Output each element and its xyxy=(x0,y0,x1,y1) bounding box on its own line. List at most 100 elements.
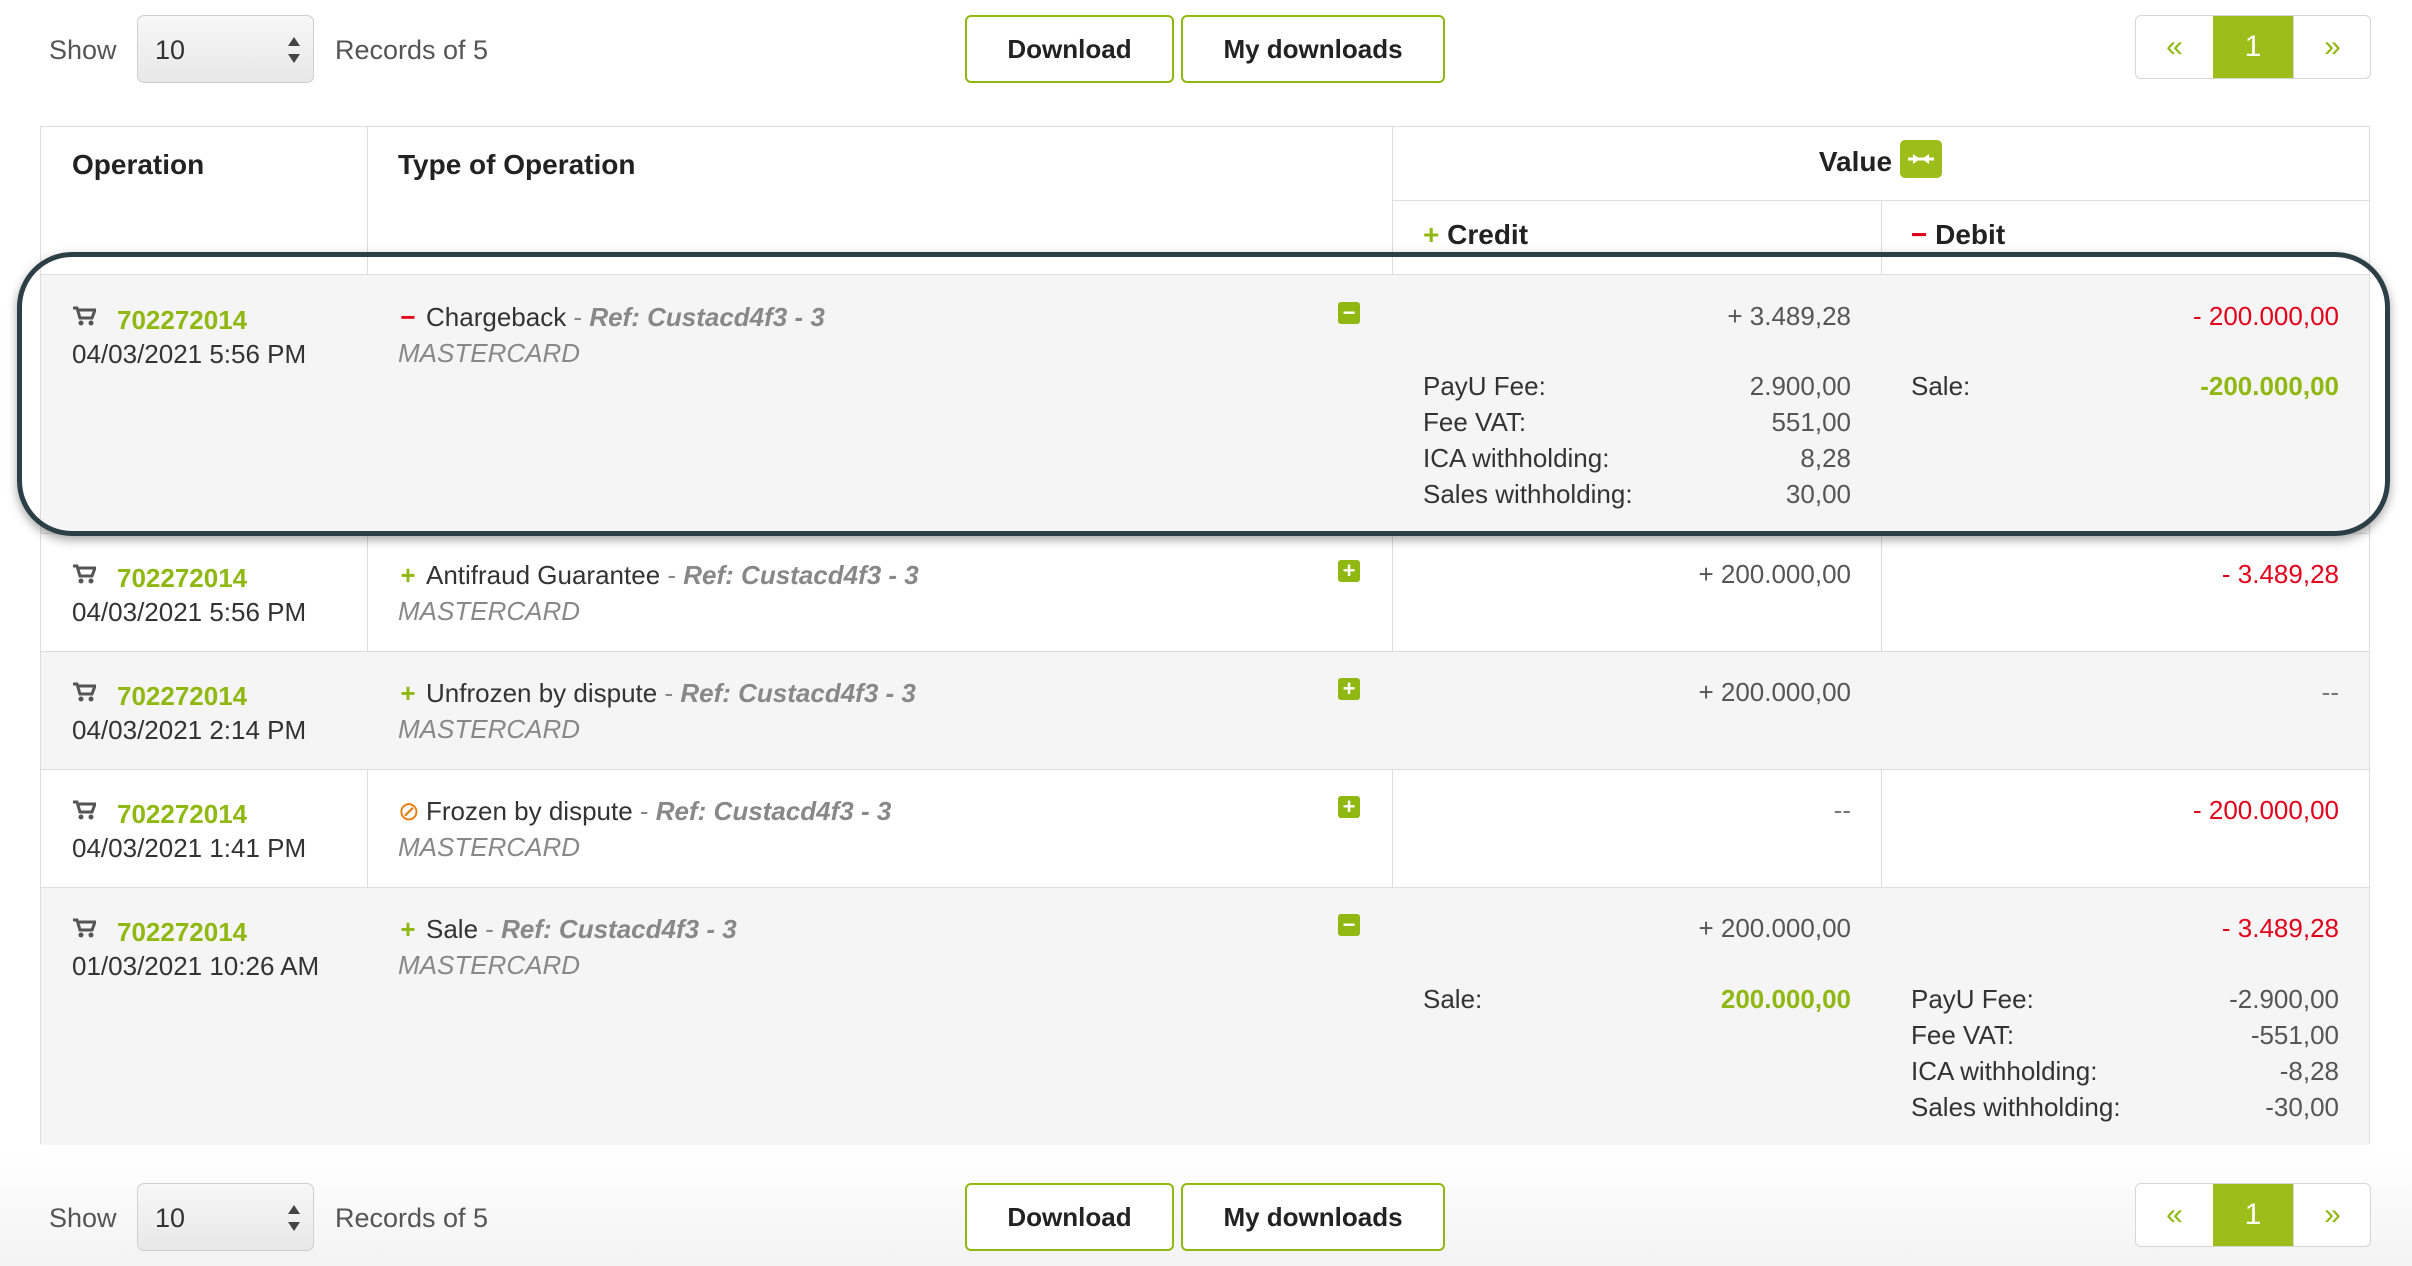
credit-amount: + 200.000,00 xyxy=(1698,559,1851,589)
header-type-of-operation: Type of Operation xyxy=(398,149,636,180)
show-label: Show xyxy=(49,1203,117,1233)
credit-amount: -- xyxy=(1833,795,1851,825)
download-button[interactable]: Download xyxy=(965,15,1174,83)
header-debit: − Debit xyxy=(1911,219,2005,251)
page-size-select[interactable]: 10 xyxy=(137,15,314,83)
header-debit-label: Debit xyxy=(1935,219,2006,250)
operation-id-link[interactable]: 702272014 xyxy=(117,305,247,336)
credit-plus-icon: + xyxy=(1423,219,1440,250)
detail-value: -2.900,00 xyxy=(2229,984,2339,1014)
records-label: Records of 5 xyxy=(335,1203,489,1233)
pagination-next-button[interactable]: » xyxy=(2293,1184,2370,1246)
cart-icon xyxy=(73,564,96,584)
collapse-row-button[interactable]: − xyxy=(1338,914,1360,936)
download-button[interactable]: Download xyxy=(965,1183,1174,1251)
page-size-value: 10 xyxy=(155,1203,186,1233)
operation-type-name: Chargeback xyxy=(426,302,567,332)
table-row: 702272014 04/03/2021 5:56 PM + Antifraud … xyxy=(41,533,2369,651)
type-separator: - xyxy=(660,560,684,590)
plus-icon: + xyxy=(400,914,416,944)
operation-id-link[interactable]: 702272014 xyxy=(117,681,247,712)
operation-id-link[interactable]: 702272014 xyxy=(117,799,247,830)
table-row: 702272014 04/03/2021 5:56 PM − Chargeback… xyxy=(41,274,2369,533)
plus-icon: + xyxy=(400,560,416,590)
page-size-value: 10 xyxy=(155,35,186,65)
table-row: 702272014 04/03/2021 2:14 PM + Unfrozen b… xyxy=(41,651,2369,769)
pagination: « 1 » xyxy=(2135,15,2371,79)
pagination-page-1[interactable]: 1 xyxy=(2213,16,2293,78)
card-brand: MASTERCARD xyxy=(398,596,581,626)
expand-row-button[interactable]: + xyxy=(1338,796,1360,818)
table-header: Operation Type of Operation Value + Cred… xyxy=(41,127,2369,274)
card-brand: MASTERCARD xyxy=(398,338,581,368)
credit-amount: + 200.000,00 xyxy=(1698,913,1851,943)
table-row: 702272014 04/03/2021 1:41 PM ⊘ Frozen by … xyxy=(41,769,2369,887)
detail-label: PayU Fee: xyxy=(1911,984,2034,1014)
type-separator: - xyxy=(478,914,502,944)
detail-value: 8,28 xyxy=(1800,443,1851,473)
my-downloads-button[interactable]: My downloads xyxy=(1181,1183,1445,1251)
pagination-page-1[interactable]: 1 xyxy=(2213,1184,2293,1246)
operation-type: + Unfrozen by dispute - Ref: Custacd4f3 -… xyxy=(398,678,916,709)
expand-row-button[interactable]: + xyxy=(1338,560,1360,582)
pagination-prev-button[interactable]: « xyxy=(2136,1184,2214,1246)
debit-amount: - 3.489,28 xyxy=(2221,559,2339,589)
detail-label: Fee VAT: xyxy=(1423,407,1527,437)
credit-amount: + 200.000,00 xyxy=(1698,677,1851,707)
top-toolbar: Show 10 Records of 5 Download My downloa… xyxy=(0,15,2412,85)
detail-label: Fee VAT: xyxy=(1911,1020,2015,1050)
expand-row-button[interactable]: + xyxy=(1338,678,1360,700)
credit-amount: + 3.489,28 xyxy=(1727,301,1851,331)
page-size-select[interactable]: 10 xyxy=(137,1183,314,1251)
detail-value: -30,00 xyxy=(2265,1092,2339,1122)
type-separator: - xyxy=(657,678,681,708)
cart-icon xyxy=(73,682,96,702)
operation-type: ⊘ Frozen by dispute - Ref: Custacd4f3 - 3 xyxy=(398,796,891,827)
my-downloads-button[interactable]: My downloads xyxy=(1181,15,1445,83)
detail-label: Sale: xyxy=(1911,371,1971,401)
operation-type-name: Antifraud Guarantee xyxy=(426,560,661,590)
detail-value: -551,00 xyxy=(2250,1020,2339,1050)
detail-label: ICA withholding: xyxy=(1911,1056,2098,1086)
records-label: Records of 5 xyxy=(335,35,489,65)
operation-id-link[interactable]: 702272014 xyxy=(117,563,247,594)
ban-icon: ⊘ xyxy=(398,796,420,826)
operation-type-name: Frozen by dispute xyxy=(426,796,633,826)
select-arrows-icon xyxy=(287,34,301,66)
table-row: 702272014 01/03/2021 10:26 AM + Sale - Re… xyxy=(41,887,2369,1145)
header-value: Value xyxy=(1392,140,2369,181)
operation-id-link[interactable]: 702272014 xyxy=(117,917,247,948)
operation-date: 01/03/2021 10:26 AM xyxy=(72,951,320,981)
operation-ref: Ref: Custacd4f3 - 3 xyxy=(683,560,919,590)
operation-date: 04/03/2021 5:56 PM xyxy=(72,597,307,627)
header-value-label: Value xyxy=(1818,146,1893,177)
operation-type: + Antifraud Guarantee - Ref: Custacd4f3 -… xyxy=(398,560,919,591)
collapse-columns-icon[interactable] xyxy=(1900,140,1943,178)
collapse-row-button[interactable]: − xyxy=(1338,302,1360,324)
operation-ref: Ref: Custacd4f3 - 3 xyxy=(680,678,916,708)
operation-ref: Ref: Custacd4f3 - 3 xyxy=(589,302,825,332)
select-arrows-icon xyxy=(287,1202,301,1234)
detail-value: 200.000,00 xyxy=(1720,984,1851,1014)
debit-amount: - 200.000,00 xyxy=(2192,795,2339,825)
type-separator: - xyxy=(632,796,656,826)
operation-type: − Chargeback - Ref: Custacd4f3 - 3 xyxy=(398,302,825,333)
operation-date: 04/03/2021 2:14 PM xyxy=(72,715,307,745)
pagination-prev-button[interactable]: « xyxy=(2136,16,2214,78)
cart-icon xyxy=(73,800,96,820)
operation-ref: Ref: Custacd4f3 - 3 xyxy=(655,796,892,826)
operation-type: + Sale - Ref: Custacd4f3 - 3 xyxy=(398,914,736,945)
operation-type-name: Sale xyxy=(426,914,479,944)
operation-type-name: Unfrozen by dispute xyxy=(426,678,658,708)
debit-amount: - 3.489,28 xyxy=(2221,913,2339,943)
detail-label: ICA withholding: xyxy=(1423,443,1610,473)
operation-date: 04/03/2021 5:56 PM xyxy=(72,339,307,369)
card-brand: MASTERCARD xyxy=(398,832,581,862)
plus-icon: + xyxy=(400,678,416,708)
detail-label: Sale: xyxy=(1423,984,1483,1014)
cart-icon xyxy=(73,918,96,938)
transactions-table: Operation Type of Operation Value + Cred… xyxy=(40,126,2370,1145)
type-separator: - xyxy=(566,302,590,332)
show-label: Show xyxy=(49,35,117,65)
pagination-next-button[interactable]: » xyxy=(2293,16,2370,78)
